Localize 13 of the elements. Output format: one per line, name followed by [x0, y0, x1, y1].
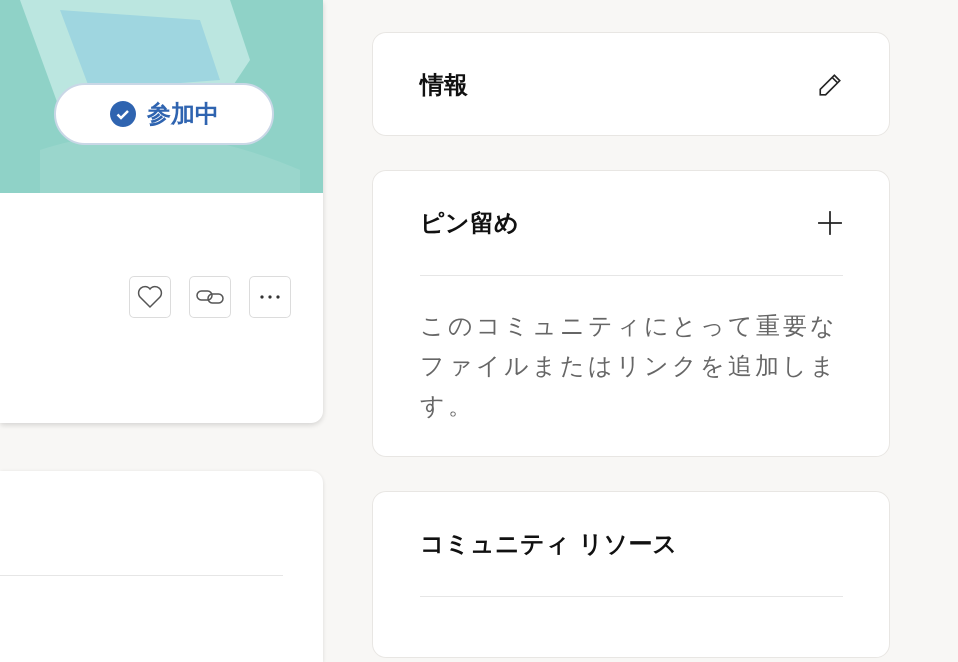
card-title: コミュニティ リソース: [420, 529, 678, 560]
card-title: ピン留め: [420, 208, 519, 239]
joined-button[interactable]: 参加中: [54, 83, 274, 145]
more-icon: [259, 295, 281, 299]
pencil-icon[interactable]: [817, 72, 843, 98]
link-button[interactable]: [189, 276, 231, 318]
link-icon: [196, 288, 224, 306]
heart-icon: [137, 285, 163, 309]
plus-icon[interactable]: [817, 210, 843, 236]
like-button[interactable]: [129, 276, 171, 318]
card-description: このコミュニティにとって重要なファイルまたはリンクを追加します。: [420, 311, 839, 422]
check-circle-icon: [109, 100, 137, 128]
card-title: 情報: [420, 70, 468, 101]
